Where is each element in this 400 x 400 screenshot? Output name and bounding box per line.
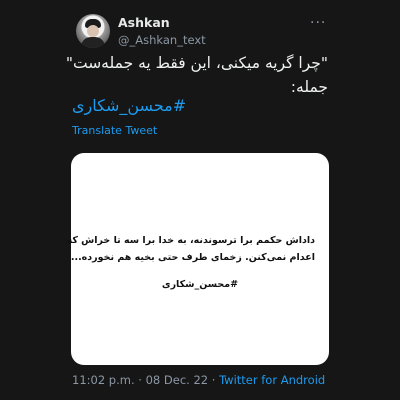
tweet-text-line-1: "چرا گریه میکنی، این فقط یه جمله‌ست" [65, 54, 328, 72]
more-options-icon[interactable]: ··· [310, 15, 326, 31]
tweet-time[interactable]: 11:02 p.m. [72, 373, 135, 387]
author-handle[interactable]: @_Ashkan_text [118, 33, 206, 47]
image-hashtag: #محسن_شکاری [161, 279, 239, 290]
tweet-metadata: 11:02 p.m. · 08 Dec. 22 · Twitter for An… [72, 373, 325, 387]
avatar-body [81, 37, 105, 48]
attached-image-card[interactable]: داداش حکمم برا ترسوندنه، به خدا برا سه ت… [66, 153, 329, 365]
tweet-date[interactable]: 08 Dec. 22 [146, 373, 209, 387]
avatar[interactable] [76, 14, 110, 48]
translate-tweet-link[interactable]: Translate Tweet [72, 124, 157, 137]
tweet-hashtag-link[interactable]: #محسن_شکاری [72, 96, 328, 115]
avatar-face [87, 25, 99, 37]
separator: · [211, 373, 216, 387]
separator: · [138, 373, 142, 387]
source-app-link[interactable]: Twitter for Android [219, 373, 325, 387]
author-name[interactable]: Ashkan [118, 15, 170, 30]
tweet-text-line-2: جمله: [290, 78, 328, 96]
image-text-line-2: اعدام نمی‌کنن. زخمای طرف حتی بخیه هم نخو… [70, 252, 315, 263]
image-text-line-1: داداش حکمم برا ترسوندنه، به خدا برا سه ت… [66, 235, 315, 246]
